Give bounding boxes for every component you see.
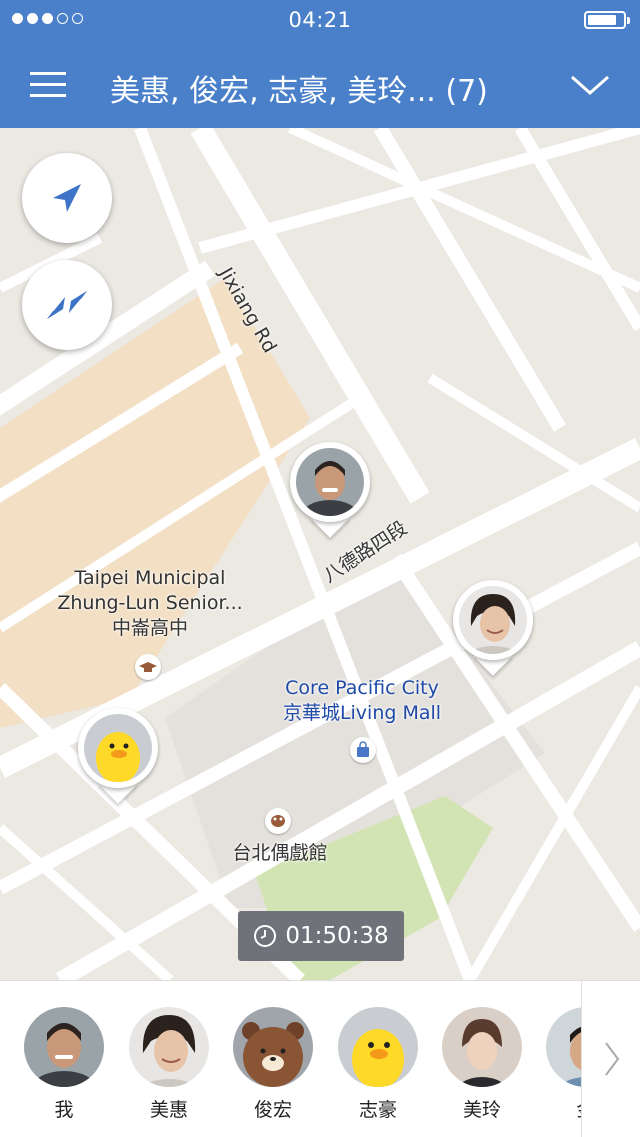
- friend-pin-woman[interactable]: [453, 580, 533, 676]
- shared-location-timer: 01:50:38: [238, 911, 404, 961]
- mall-name-2: 京華城Living Mall: [282, 702, 442, 724]
- brown-bear-avatar: [233, 1007, 313, 1087]
- school-name-1: Taipei Municipal: [74, 567, 226, 589]
- converge-arrows-icon: [47, 291, 87, 319]
- friend-item[interactable]: 志豪: [336, 1007, 420, 1122]
- chevron-down-icon[interactable]: [570, 74, 610, 96]
- school-label: Taipei Municipal Zhung-Lun Senior... 中崙高…: [40, 566, 260, 641]
- sally-chick-avatar: [84, 714, 152, 782]
- friend-item[interactable]: 美惠: [127, 1007, 211, 1122]
- chevron-right-icon: [605, 1042, 620, 1076]
- friend-name: 美玲: [462, 1099, 501, 1121]
- group-title[interactable]: 美惠, 俊宏, 志豪, 美玲... (7): [110, 66, 488, 110]
- friend-name: 我: [54, 1099, 74, 1121]
- status-time: 04:21: [288, 8, 352, 32]
- mall-name-1: Core Pacific City: [285, 677, 439, 699]
- theater-label: 台北偶戲館: [232, 842, 328, 864]
- friend-pin-man[interactable]: [290, 442, 370, 538]
- map-view[interactable]: Jixiang Rd 八德路四段 Taipei Municipal Zhung-…: [0, 128, 640, 980]
- shopping-bag-icon[interactable]: [350, 737, 376, 763]
- school-name-2: Zhung-Lun Senior...: [57, 592, 243, 614]
- friend-pin-sally[interactable]: [78, 708, 158, 804]
- friends-strip: 我 美惠 俊宏 志豪 美玲 金: [0, 980, 640, 1137]
- sally-chick-avatar: [338, 1007, 418, 1087]
- friend-item[interactable]: 俊宏: [231, 1007, 315, 1122]
- timer-text: 01:50:38: [285, 923, 389, 949]
- mall-label: Core Pacific City 京華城Living Mall: [262, 676, 462, 726]
- my-location-button[interactable]: [22, 153, 112, 243]
- friend-name: 美惠: [149, 1099, 188, 1121]
- man-avatar: [296, 448, 364, 516]
- graduation-cap-icon[interactable]: [135, 654, 161, 680]
- fit-all-button[interactable]: [22, 260, 112, 350]
- scroll-right-button[interactable]: [581, 981, 640, 1137]
- friend-name: 俊宏: [253, 1099, 292, 1121]
- man-avatar: [24, 1007, 104, 1087]
- friend-item[interactable]: 美玲: [440, 1007, 524, 1122]
- battery-icon: [584, 11, 630, 29]
- menu-button[interactable]: [30, 72, 66, 98]
- woman-avatar: [459, 586, 527, 654]
- woman-avatar: [442, 1007, 522, 1087]
- friend-item[interactable]: 我: [22, 1007, 106, 1122]
- theater-icon[interactable]: [265, 808, 291, 834]
- clock-icon: [254, 925, 277, 947]
- navigation-arrow-icon: [53, 184, 81, 212]
- woman-avatar: [129, 1007, 209, 1087]
- header-bar: 美惠, 俊宏, 志豪, 美玲... (7): [0, 40, 640, 128]
- friend-name: 志豪: [358, 1099, 397, 1121]
- school-name-3: 中崙高中: [111, 617, 188, 639]
- status-bar: 04:21: [0, 0, 640, 40]
